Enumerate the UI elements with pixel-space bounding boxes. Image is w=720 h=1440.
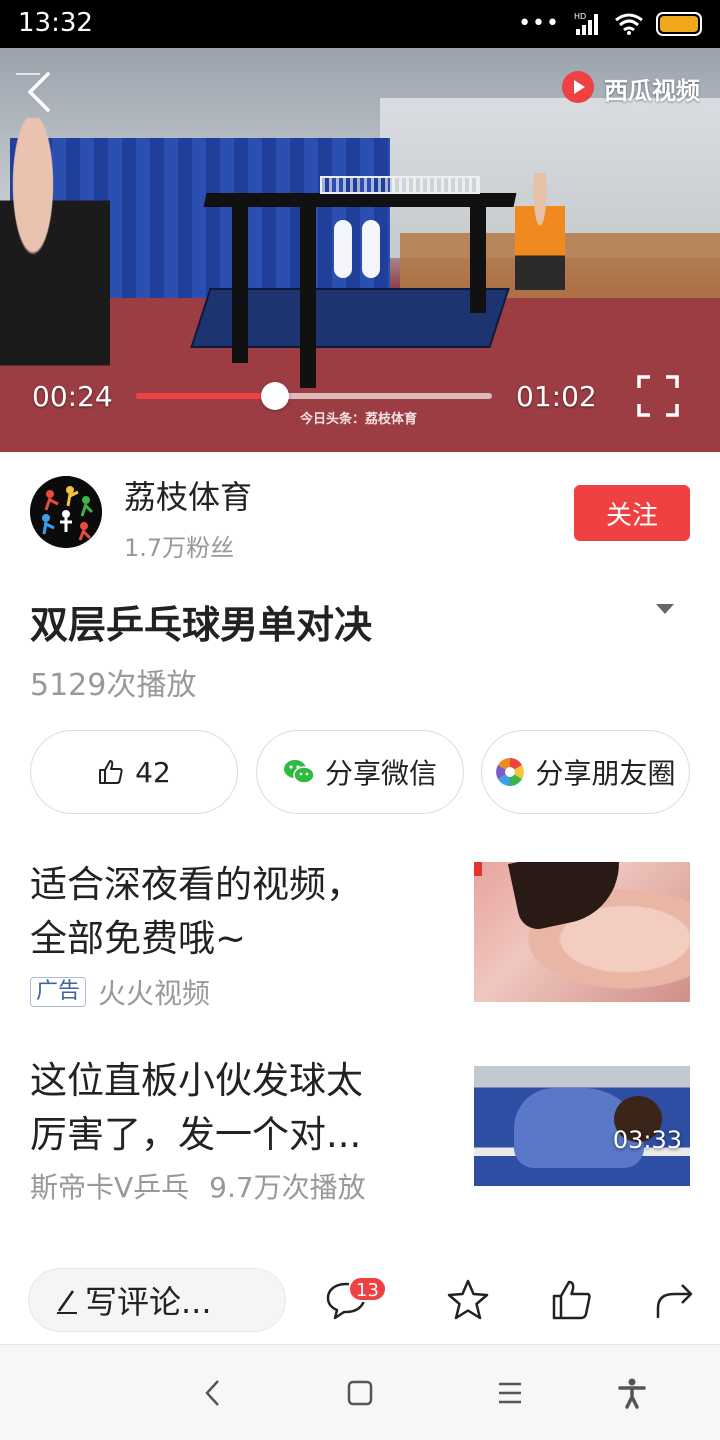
- feed-title: 这位直板小伙发球太 厉害了，发一个对...: [30, 1059, 363, 1156]
- feed-views: 9.7万次播放: [209, 1171, 366, 1204]
- svg-text:HD: HD: [574, 12, 586, 21]
- feed-title: 适合深夜看的视频， 全部免费哦~: [30, 863, 363, 960]
- star-icon[interactable]: [446, 1278, 490, 1322]
- bottom-action-bar: 写评论... 13: [0, 1256, 720, 1344]
- video-frame-table-leg: [470, 203, 486, 313]
- wifi-icon: [615, 13, 643, 35]
- thumbnail[interactable]: [474, 862, 690, 1002]
- notification-dots-icon: •••: [518, 11, 560, 36]
- fullscreen-icon[interactable]: [636, 374, 680, 418]
- like-count: 42: [135, 755, 171, 789]
- pause-icon[interactable]: [334, 220, 384, 280]
- follow-button[interactable]: 关注: [574, 485, 690, 541]
- feed-source: 火火视频: [98, 977, 211, 1010]
- video-frame-net: [320, 176, 480, 194]
- author-name[interactable]: 荔枝体育: [124, 472, 252, 518]
- nav-back-icon[interactable]: [198, 1377, 230, 1409]
- moments-icon: [496, 758, 525, 786]
- video-frame-player-right: [515, 173, 565, 323]
- back-arrow-icon[interactable]: [16, 68, 64, 116]
- share-moments-label: 分享朋友圈: [535, 757, 676, 790]
- progress-handle[interactable]: [260, 382, 289, 410]
- xigua-logo-icon: [562, 71, 594, 103]
- share-wechat-label: 分享微信: [324, 757, 437, 790]
- nav-menu-icon[interactable]: [494, 1377, 526, 1409]
- list-item[interactable]: 这位直板小伙发球太 厉害了，发一个对... 斯帝卡V乒乓 9.7万次播放 03:…: [0, 1050, 720, 1210]
- total-time: 01:02: [516, 380, 597, 413]
- video-title: 双层乒乓球男单对决: [30, 603, 373, 647]
- video-frame-table-leg: [300, 198, 316, 388]
- share-arrow-icon[interactable]: [654, 1278, 698, 1322]
- feed-next-partial: [30, 1242, 450, 1256]
- thumbnail-hair: [507, 862, 631, 933]
- status-time: 13:32: [18, 8, 93, 38]
- battery-fill: [660, 16, 698, 32]
- current-time: 00:24: [32, 380, 113, 413]
- video-frame-table-leg: [232, 203, 248, 363]
- thumbnail[interactable]: 03:33: [474, 1066, 690, 1186]
- feed-meta: 斯帝卡V乒乓 9.7万次播放: [30, 1166, 366, 1206]
- video-player[interactable]: 西瓜视频 00:24 01:02 今日头条：荔枝体育: [0, 48, 720, 452]
- status-icons: ••• HD: [518, 10, 702, 38]
- comment-placeholder: 写评论...: [85, 1283, 212, 1321]
- author-fans: 1.7万粉丝: [124, 534, 235, 562]
- brand-name: 西瓜视频: [604, 76, 700, 105]
- feed-source: 斯帝卡V乒乓: [30, 1171, 190, 1204]
- system-nav-bar: [0, 1344, 720, 1440]
- thumbnail-corner: [474, 862, 482, 876]
- thumbs-up-icon[interactable]: [550, 1278, 594, 1322]
- like-button[interactable]: 42: [30, 730, 238, 814]
- sports-figures-icon: [30, 476, 102, 548]
- thumbs-up-icon: [99, 760, 123, 784]
- author-row: 荔枝体育 1.7万粉丝 关注: [0, 452, 720, 572]
- progress-bar[interactable]: [136, 382, 492, 410]
- battery-icon: [656, 12, 702, 36]
- status-bar: 13:32 ••• HD: [0, 0, 720, 48]
- comment-input[interactable]: 写评论...: [28, 1268, 286, 1332]
- nav-home-icon[interactable]: [344, 1377, 376, 1409]
- avatar[interactable]: [30, 476, 102, 548]
- ad-badge: 广告: [30, 977, 87, 1007]
- feed-meta: 广告 火火视频: [30, 972, 210, 1012]
- accessibility-icon[interactable]: [616, 1377, 648, 1409]
- watermark: 今日头条：荔枝体育: [300, 412, 418, 427]
- signal-icon: HD: [574, 12, 598, 35]
- brand-logo: 西瓜视频: [560, 70, 700, 106]
- list-item[interactable]: 适合深夜看的视频， 全部免费哦~ 广告 火火视频: [0, 852, 720, 1012]
- comment-count-badge: 13: [348, 1276, 387, 1302]
- share-wechat-button[interactable]: 分享微信: [256, 730, 464, 814]
- video-duration: 03:33: [612, 1126, 682, 1154]
- progress-played: [136, 393, 275, 399]
- share-moments-button[interactable]: 分享朋友圈: [481, 730, 690, 814]
- wechat-icon: [283, 760, 315, 784]
- chevron-down-icon[interactable]: [656, 604, 674, 614]
- pencil-icon: [57, 1290, 77, 1314]
- play-count: 5129次播放: [30, 668, 197, 703]
